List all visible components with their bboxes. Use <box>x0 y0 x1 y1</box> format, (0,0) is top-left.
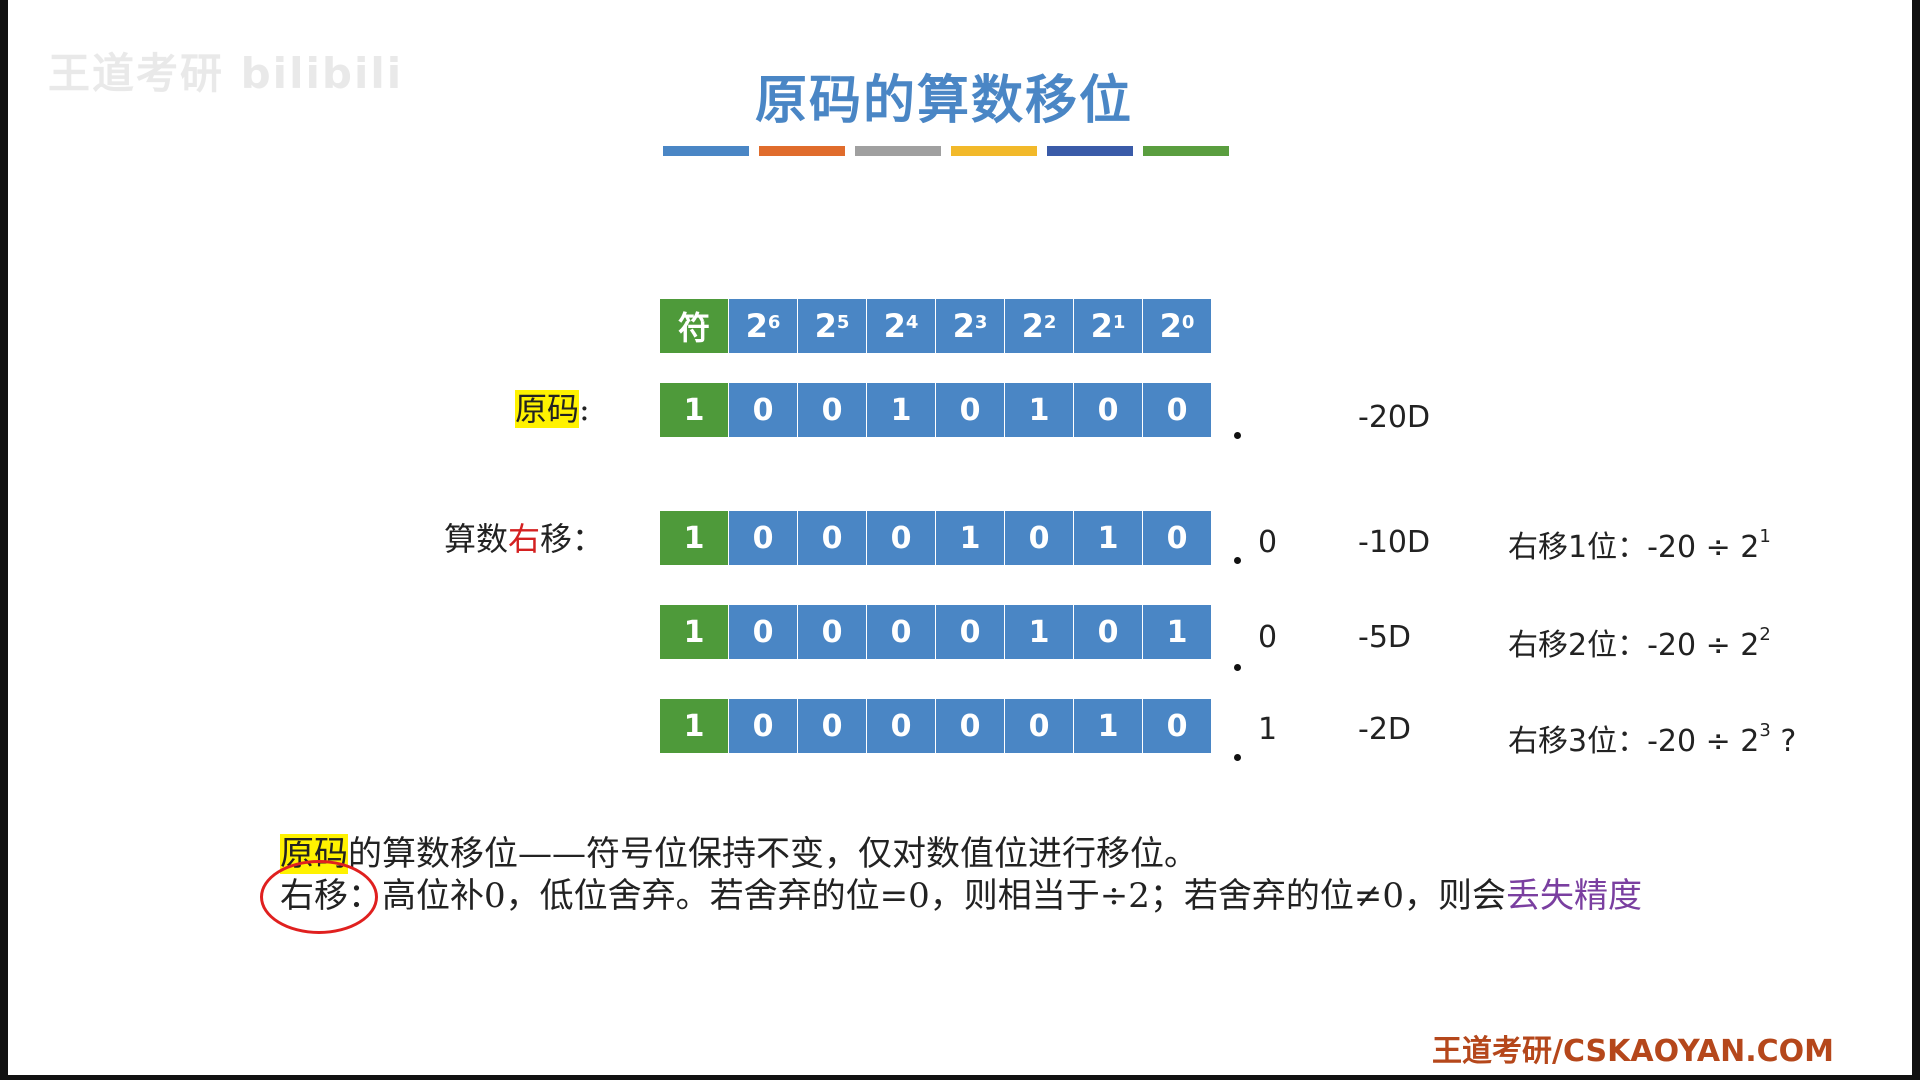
value-bit-cell: 0 <box>1074 383 1143 437</box>
bit-row-shift-1: 1 0 0 0 1 0 1 0 <box>660 511 1212 565</box>
sign-bit-cell: 1 <box>660 605 729 659</box>
power-header-cell: 24 <box>867 299 936 353</box>
binary-point <box>1234 754 1241 761</box>
arithmetic-right-shift-label: 算数右移： <box>444 520 605 558</box>
color-bar <box>663 146 749 156</box>
value-bit-cell: 1 <box>1143 605 1212 659</box>
decimal-value: -5D <box>1358 620 1412 655</box>
color-bar <box>759 146 845 156</box>
shift-description: 右移3位：-20 ÷ 23 ? <box>1508 720 1797 759</box>
value-bit-cell: 0 <box>729 605 798 659</box>
value-bit-cell: 0 <box>798 383 867 437</box>
value-bit-cell: 1 <box>1074 511 1143 565</box>
power-header-cell: 20 <box>1143 299 1212 353</box>
value-bit-cell: 1 <box>1005 605 1074 659</box>
slide: 王道考研 bilibili 原码的算数移位 符 26 25 24 23 22 2… <box>8 0 1912 1075</box>
decimal-value: -10D <box>1358 525 1431 560</box>
power-header-cell: 21 <box>1074 299 1143 353</box>
binary-point <box>1234 432 1241 439</box>
value-bit-cell: 0 <box>1143 511 1212 565</box>
value-bit-cell: 0 <box>867 699 936 753</box>
value-bit-cell: 1 <box>1005 383 1074 437</box>
power-header-cell: 23 <box>936 299 1005 353</box>
value-bit-cell: 0 <box>1143 699 1212 753</box>
value-bit-cell: 0 <box>729 383 798 437</box>
value-bit-cell: 0 <box>936 699 1005 753</box>
power-header-cell: 26 <box>729 299 798 353</box>
color-bar <box>1143 146 1229 156</box>
sign-bit-cell: 1 <box>660 511 729 565</box>
bit-row-shift-3: 1 0 0 0 0 0 1 0 <box>660 699 1212 753</box>
color-bar <box>951 146 1037 156</box>
value-bit-cell: 0 <box>1005 699 1074 753</box>
color-bar <box>1047 146 1133 156</box>
original-code-label: 原码: <box>515 390 590 428</box>
footer-brand: 王道考研/CSKAOYAN.COM <box>1432 1034 1834 1069</box>
shifted-out-bit: 0 <box>1258 525 1278 560</box>
shift-description: 右移2位：-20 ÷ 22 <box>1508 624 1771 663</box>
value-bit-cell: 0 <box>798 605 867 659</box>
value-bit-cell: 0 <box>1074 605 1143 659</box>
bit-row-shift-2: 1 0 0 0 0 1 0 1 <box>660 605 1212 659</box>
color-bar <box>855 146 941 156</box>
binary-point <box>1234 557 1241 564</box>
sign-bit-cell: 1 <box>660 383 729 437</box>
decimal-value: -2D <box>1358 712 1412 747</box>
value-bit-cell: 1 <box>867 383 936 437</box>
value-bit-cell: 0 <box>798 699 867 753</box>
page-title: 原码的算数移位 <box>754 70 1133 131</box>
value-bit-cell: 0 <box>729 699 798 753</box>
power-header-cell: 25 <box>798 299 867 353</box>
value-bit-cell: 0 <box>867 605 936 659</box>
bit-row-original: 1 0 0 1 0 1 0 0 <box>660 383 1212 437</box>
value-bit-cell: 0 <box>936 605 1005 659</box>
note-line-2: 右移：高位补0，低位舍弃。若舍弃的位=0，则相当于÷2；若舍弃的位≠0，则会丢失… <box>280 876 1642 916</box>
shifted-out-bit: 1 <box>1258 712 1278 747</box>
binary-point <box>1234 664 1241 671</box>
value-bit-cell: 0 <box>936 383 1005 437</box>
decorative-color-bars <box>663 146 1229 156</box>
value-bit-cell: 0 <box>798 511 867 565</box>
value-bit-cell: 1 <box>936 511 1005 565</box>
sign-bit-cell: 1 <box>660 699 729 753</box>
value-bit-cell: 0 <box>729 511 798 565</box>
value-bit-cell: 0 <box>1143 383 1212 437</box>
annotation-circle <box>260 860 378 934</box>
value-bit-cell: 0 <box>1005 511 1074 565</box>
power-header-cell: 22 <box>1005 299 1074 353</box>
bit-weight-header-row: 符 26 25 24 23 22 21 20 <box>660 299 1212 353</box>
shifted-out-bit: 0 <box>1258 620 1278 655</box>
decimal-value: -20D <box>1358 400 1431 435</box>
value-bit-cell: 1 <box>1074 699 1143 753</box>
value-bit-cell: 0 <box>867 511 936 565</box>
sign-header-cell: 符 <box>660 299 729 353</box>
shift-description: 右移1位：-20 ÷ 21 <box>1508 526 1771 565</box>
